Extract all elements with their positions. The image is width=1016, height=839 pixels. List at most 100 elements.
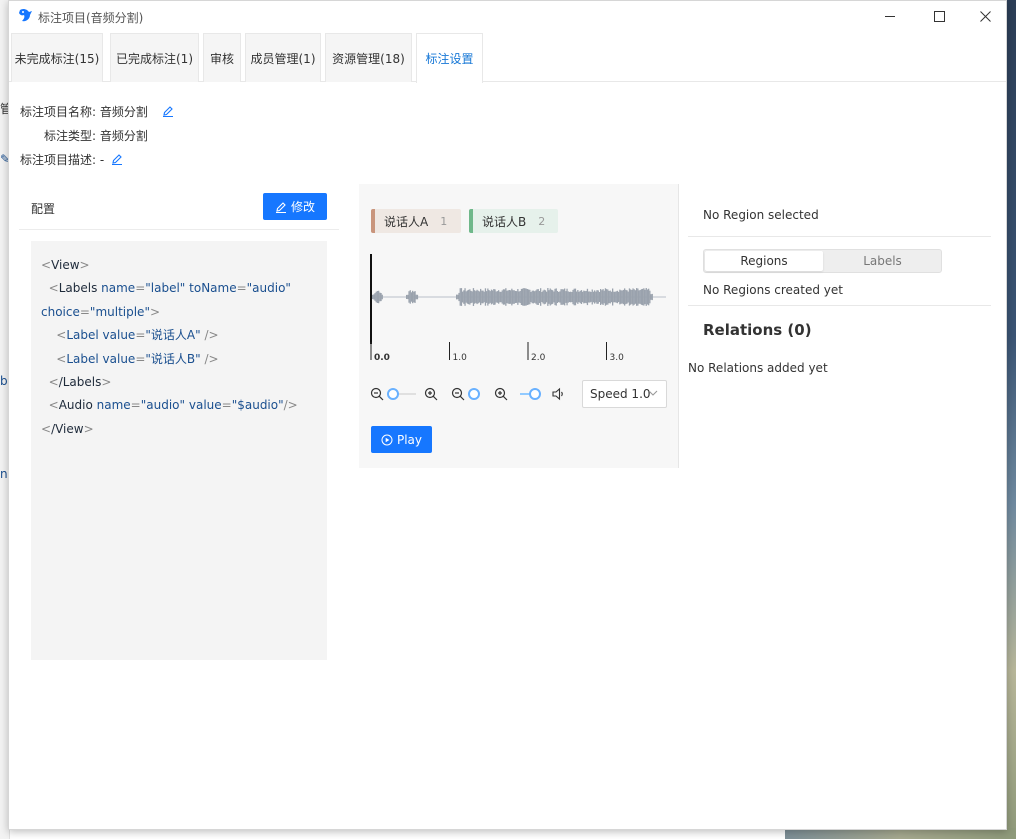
waveform-bar [544, 290, 547, 304]
waveform-bar [571, 292, 573, 303]
waveform-bar [562, 289, 565, 305]
waveform-bar [380, 293, 382, 302]
waveform-bar [381, 294, 383, 300]
speed-select[interactable]: Speed 1.0 [582, 380, 667, 408]
waveform-bar [586, 288, 589, 306]
waveform-bar [482, 290, 484, 304]
waveform-bar [475, 291, 477, 303]
minimize-button[interactable] [867, 1, 913, 32]
no-relations-text: No Relations added yet [688, 361, 828, 375]
waveform-bar [570, 291, 572, 303]
tab-settings[interactable]: 标注设置 [416, 33, 483, 83]
waveform-bar [564, 288, 566, 306]
amplitude-slider-knob[interactable] [468, 388, 480, 400]
divider [688, 236, 991, 237]
waveform-bar [579, 290, 581, 304]
zoom-in-icon[interactable] [494, 387, 508, 401]
tab-unfinished[interactable]: 未完成标注(15) [11, 33, 103, 82]
waveform-bar [525, 288, 527, 306]
tab-bar: 未完成标注(15) 已完成标注(1) 审核 成员管理(1) 资源管理(18) 标… [9, 32, 1006, 83]
maximize-button[interactable] [916, 1, 962, 32]
waveform-bar [517, 289, 519, 305]
waveform-bar [528, 289, 530, 305]
waveform-bar [595, 291, 597, 303]
waveform-bar [512, 290, 514, 304]
waveform-bar [582, 291, 584, 303]
label-chip-speaker-a[interactable]: 说话人A 1 [371, 209, 461, 233]
close-icon [979, 11, 991, 22]
no-regions-text: No Regions created yet [703, 283, 843, 297]
waveform-bar [626, 290, 628, 304]
waveform-bar [413, 291, 415, 303]
tab-regions[interactable]: Regions [705, 251, 823, 271]
waveform-bar [613, 291, 615, 303]
waveform-bar [610, 291, 613, 303]
zoom-out-icon[interactable] [370, 387, 384, 401]
label-chip-speaker-b[interactable]: 说话人B 2 [469, 209, 558, 233]
tab-finished[interactable]: 已完成标注(1) [110, 33, 199, 82]
timeline-tick-label: 1.0 [453, 353, 468, 363]
waveform-bar [530, 292, 532, 303]
minimize-icon [884, 16, 895, 17]
waveform-bar [464, 288, 466, 306]
waveform-bar [522, 288, 524, 306]
code-line: <Labels name="label" toName="audio" [48, 281, 291, 296]
background-fragment: n [0, 467, 8, 481]
waveform-bar [498, 290, 500, 304]
waveform-bar [501, 290, 503, 304]
waveform-bar [471, 291, 473, 303]
waveform-bar [627, 291, 629, 303]
modify-button[interactable]: 修改 [263, 193, 327, 220]
waveform-bar [542, 290, 544, 304]
waveform-bar [505, 288, 507, 306]
play-button[interactable]: Play [371, 426, 432, 453]
waveform-bar [499, 291, 501, 303]
project-type-label: 标注类型: [43, 129, 96, 143]
timeline-tick-label: 0.0 [374, 353, 390, 363]
waveform-bar [535, 290, 537, 304]
close-button[interactable] [962, 1, 1008, 32]
waveform-bar [466, 290, 469, 304]
tab-labels[interactable]: Labels [824, 251, 941, 271]
waveform-bar [410, 292, 413, 302]
audio-waveform[interactable]: 0.0 1.0 2.0 3.0 [370, 254, 666, 364]
waveform-bar [576, 291, 578, 303]
waveform-bar [519, 291, 521, 304]
zoom-in-icon[interactable] [424, 387, 438, 401]
title-bar[interactable]: 标注项目(音频分割) [9, 1, 1006, 32]
waveform-bar [638, 290, 640, 304]
waveform-bar [374, 293, 376, 301]
tab-resources[interactable]: 资源管理(18) [325, 33, 412, 82]
waveform-bar [628, 288, 631, 306]
project-name-value: 音频分割 [99, 105, 148, 119]
waveform-bar [494, 289, 496, 305]
waveform-bar [526, 289, 529, 305]
zoom-out-icon[interactable] [451, 387, 465, 401]
zoom-slider-knob[interactable] [387, 388, 399, 400]
waveform-bar [633, 289, 635, 305]
volume-icon[interactable] [551, 387, 565, 401]
waveform-bar [644, 289, 646, 305]
play-icon [381, 434, 393, 445]
edit-icon[interactable] [111, 153, 123, 165]
waveform-bar [560, 289, 562, 305]
waveform-bar [553, 291, 555, 303]
volume-slider-knob[interactable] [529, 388, 541, 400]
waveform-bar [516, 291, 518, 303]
config-code-editor[interactable]: <View> <Labels name="label" toName="audi… [31, 241, 327, 660]
waveform-bar [614, 291, 616, 303]
code-line: <View> [41, 258, 90, 272]
waveform-bar [615, 291, 617, 303]
tab-members[interactable]: 成员管理(1) [245, 33, 321, 82]
waveform-bar [510, 290, 512, 304]
waveform-bar [612, 288, 614, 306]
waveform-bar [588, 291, 590, 303]
waveform-bar [540, 288, 542, 306]
project-type-value: 音频分割 [99, 129, 148, 143]
waveform-bar [468, 289, 470, 305]
waveform-bar [469, 289, 471, 305]
waveform-bar [584, 291, 586, 303]
edit-icon[interactable] [162, 105, 174, 117]
waveform-bar [484, 288, 487, 306]
tab-review[interactable]: 审核 [203, 33, 241, 82]
